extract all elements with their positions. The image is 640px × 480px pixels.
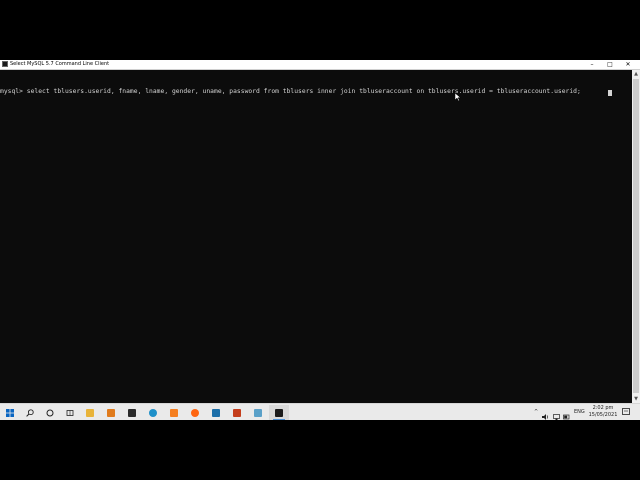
mysql-console-app[interactable] <box>269 405 289 420</box>
mouse-pointer-icon <box>455 93 461 101</box>
active-app-indicator <box>273 419 285 420</box>
taskbar-clock[interactable]: 2:02 pm 15/05/2021 <box>585 405 621 418</box>
speaker-icon[interactable] <box>542 409 549 425</box>
circle-icon <box>46 409 54 416</box>
console-app-icon <box>2 61 8 67</box>
text-cursor <box>608 90 612 96</box>
notepad-app[interactable] <box>248 405 268 420</box>
minimize-button[interactable]: – <box>583 60 601 69</box>
scroll-down-arrow-icon[interactable]: ▼ <box>632 395 640 403</box>
battery-icon[interactable] <box>563 409 570 425</box>
scroll-up-arrow-icon[interactable]: ▲ <box>632 70 640 78</box>
window-title: Select MySQL 5.7 Command Line Client <box>10 61 110 67</box>
cortana-button[interactable] <box>40 405 60 420</box>
dolphin-icon <box>212 408 220 417</box>
vertical-scrollbar[interactable]: ▲ ▼ <box>632 70 640 403</box>
search-button[interactable] <box>20 405 40 420</box>
store-app[interactable] <box>122 405 142 420</box>
task-view-icon <box>66 409 74 416</box>
xampp-app[interactable] <box>164 405 184 420</box>
clock-date: 15/05/2021 <box>588 411 618 418</box>
scroll-thumb[interactable] <box>633 79 639 393</box>
start-button[interactable] <box>0 405 20 420</box>
search-icon <box>26 408 34 417</box>
powerpoint-app[interactable] <box>227 405 247 420</box>
sublime-app[interactable] <box>101 405 121 420</box>
shopping-bag-icon <box>128 408 136 417</box>
console-output-area[interactable]: mysql> select tblusers.userid, fname, ln… <box>0 70 632 403</box>
notifications-icon[interactable] <box>622 408 630 416</box>
task-view-button[interactable] <box>60 405 80 420</box>
network-icon[interactable] <box>553 409 560 425</box>
firefox-app[interactable] <box>185 405 205 420</box>
maximize-button[interactable]: □ <box>601 60 619 69</box>
xampp-icon <box>170 408 178 417</box>
window-titlebar[interactable]: Select MySQL 5.7 Command Line Client – □… <box>0 60 640 70</box>
mysql-console-window: Select MySQL 5.7 Command Line Client – □… <box>0 60 640 403</box>
language-indicator[interactable]: ENG <box>574 404 585 420</box>
sublime-icon <box>107 408 115 417</box>
notepad-icon <box>254 408 262 417</box>
edge-app[interactable] <box>143 405 163 420</box>
file-explorer-app[interactable] <box>80 405 100 420</box>
windows-taskbar: ^ ENG 2:02 pm 15/05/2021 <box>0 403 640 420</box>
close-button[interactable]: ✕ <box>619 60 637 69</box>
windows-logo-icon <box>6 408 14 417</box>
mysql-workbench-app[interactable] <box>206 405 226 420</box>
firefox-icon <box>191 408 199 417</box>
edge-icon <box>149 408 157 417</box>
command-line[interactable]: mysql> select tblusers.userid, fname, ln… <box>0 88 581 96</box>
sql-command-text: select tblusers.userid, fname, lname, ge… <box>26 88 581 95</box>
powerpoint-icon <box>233 408 241 417</box>
folder-icon <box>86 408 94 417</box>
mysql-prompt: mysql> <box>0 88 23 95</box>
show-hidden-icons-button[interactable]: ^ <box>534 404 538 420</box>
console-icon <box>275 408 283 417</box>
